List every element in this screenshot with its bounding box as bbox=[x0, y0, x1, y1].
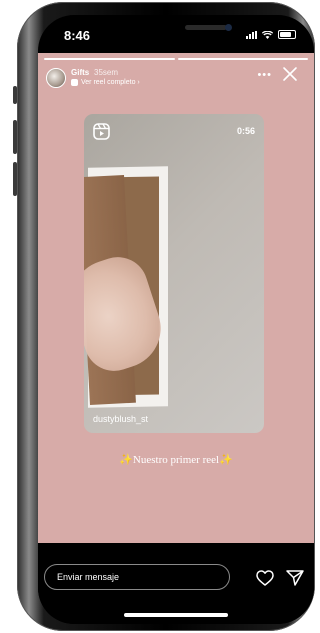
caption-text: Nuestro primer reel bbox=[132, 454, 220, 466]
progress-segment bbox=[44, 58, 175, 60]
story-reply-bar bbox=[38, 543, 314, 624]
heart-icon[interactable] bbox=[256, 570, 274, 586]
close-icon[interactable] bbox=[280, 64, 300, 84]
avatar[interactable] bbox=[46, 68, 66, 88]
send-message-input[interactable] bbox=[44, 564, 230, 590]
story-view[interactable]: Gifts 35sem Ver reel completo › ••• 0:56… bbox=[38, 53, 314, 543]
more-horizontal-icon[interactable]: ••• bbox=[257, 69, 272, 81]
reels-icon bbox=[93, 123, 110, 140]
sparkles-icon: ✨ bbox=[219, 454, 233, 466]
reel-username: dustyblush_st bbox=[93, 414, 149, 424]
progress-segment bbox=[177, 58, 308, 60]
view-full-reel-link[interactable]: Ver reel completo › bbox=[71, 79, 140, 86]
sparkles-icon: ✨ bbox=[119, 454, 133, 466]
volume-down-button bbox=[13, 162, 17, 196]
wifi-icon bbox=[262, 30, 273, 39]
story-user-name[interactable]: Gifts bbox=[71, 68, 89, 77]
speaker-grille bbox=[185, 25, 227, 30]
volume-up-button bbox=[13, 120, 17, 154]
story-post-time: 35sem bbox=[94, 68, 119, 77]
screen: 8:46 Gifts 35sem Ver reel completo › •••… bbox=[38, 15, 314, 624]
status-time: 8:46 bbox=[64, 28, 91, 43]
story-caption: ✨Nuestro primer reel✨ bbox=[38, 453, 314, 466]
view-full-reel-label: Ver reel completo › bbox=[81, 79, 140, 86]
reels-small-icon bbox=[71, 79, 78, 86]
mute-switch bbox=[13, 86, 17, 104]
cellular-signal-icon bbox=[246, 30, 257, 39]
status-bar: 8:46 bbox=[38, 15, 314, 53]
reel-preview-card[interactable]: 0:56 dustyblush_st bbox=[84, 114, 264, 433]
home-indicator[interactable] bbox=[124, 613, 228, 617]
story-header: Gifts 35sem Ver reel completo › ••• bbox=[46, 66, 306, 92]
phone-frame: 8:46 Gifts 35sem Ver reel completo › •••… bbox=[13, 2, 315, 631]
status-icons bbox=[246, 30, 296, 39]
battery-icon bbox=[278, 30, 296, 39]
story-progress-bars bbox=[44, 58, 308, 60]
reel-duration: 0:56 bbox=[236, 126, 255, 136]
send-icon[interactable] bbox=[286, 570, 304, 586]
front-camera bbox=[225, 24, 232, 31]
